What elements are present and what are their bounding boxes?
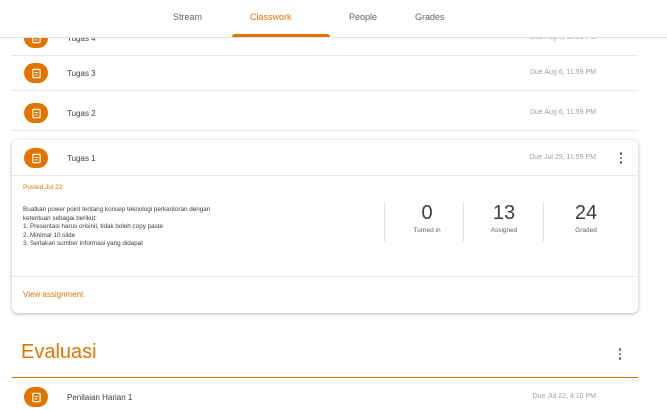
assignment-due-date: Due Jul 22, 4:10 PM	[532, 393, 596, 400]
stat-graded[interactable]: 24 Graded	[551, 202, 621, 234]
topic-divider	[12, 377, 638, 378]
assignment-title: Tugas 1	[67, 154, 96, 163]
posted-date: Posted Jul 22	[23, 184, 63, 191]
assignment-row[interactable]: Penilaian Harian 1 Due Jul 22, 4:10 PM	[12, 381, 638, 410]
description-line: 3. Sertakan sumber informasi yang didapa…	[23, 240, 144, 248]
assignment-description: Buatkan power point tentang konsep tekno…	[23, 206, 343, 249]
assignment-icon	[24, 63, 48, 83]
view-assignment-link[interactable]: View assignment	[23, 290, 83, 299]
tab-classwork[interactable]: Classwork	[250, 12, 292, 22]
description-line: ketentuan sebagai berikut:	[23, 214, 97, 222]
assignment-icon	[24, 148, 48, 168]
stat-value: 0	[421, 202, 433, 224]
assignment-row[interactable]: Tugas 2 Due Aug 6, 11:59 PM	[12, 97, 638, 131]
nav-divider	[0, 37, 667, 38]
description-line: Buatkan power point tentang konsep tekno…	[23, 206, 211, 213]
assignment-due-date: Due Jul 29, 11:59 PM	[529, 154, 596, 161]
stat-value: 13	[492, 202, 516, 224]
assignment-icon	[24, 387, 48, 407]
assignment-title: Tugas 3	[67, 69, 96, 78]
stat-assigned[interactable]: 13 Assigned	[469, 202, 539, 234]
more-vert-icon[interactable]	[615, 151, 627, 165]
stat-divider	[463, 202, 464, 242]
description-line: 2. Minimal 10 slide	[23, 231, 76, 239]
stat-divider	[543, 202, 544, 242]
top-navigation: Stream Classwork People Grades	[0, 0, 667, 38]
card-divider	[12, 276, 638, 277]
tab-grades[interactable]: Grades	[415, 12, 445, 22]
assignment-row[interactable]: Tugas 3 Due Aug 6, 11:59 PM	[12, 57, 638, 91]
stat-value: 24	[574, 202, 598, 224]
description-line: 1. Presentasi harus orisinil, tidak bole…	[23, 223, 164, 231]
expanded-assignment-card: Tugas 1 Due Jul 29, 11:59 PM Posted Jul …	[12, 140, 638, 313]
stat-label: Turned in	[413, 227, 441, 234]
tab-stream[interactable]: Stream	[173, 12, 202, 22]
stat-label: Graded	[575, 227, 597, 234]
assignment-due-date: Due Aug 6, 11:59 PM	[529, 109, 596, 116]
tab-people[interactable]: People	[349, 12, 377, 22]
assignment-due-date: Due Aug 6, 11:59 PM	[529, 69, 596, 76]
stat-turned-in[interactable]: 0 Turned in	[392, 202, 462, 234]
stat-label: Assigned	[490, 227, 518, 234]
assignment-card-header[interactable]: Tugas 1 Due Jul 29, 11:59 PM	[12, 140, 638, 176]
topic-title: Evaluasi	[21, 341, 97, 363]
stat-divider	[384, 202, 385, 242]
assignment-title: Penilaian Harian 1	[67, 393, 133, 402]
assignment-title: Tugas 2	[67, 109, 96, 118]
more-vert-icon[interactable]	[614, 347, 626, 361]
assignment-icon	[24, 103, 48, 123]
